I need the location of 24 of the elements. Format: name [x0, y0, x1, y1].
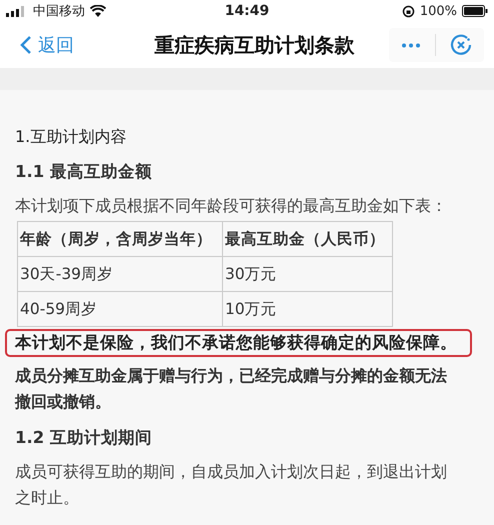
- table-cell: 10万元: [222, 292, 392, 326]
- chevron-left-icon: [20, 35, 32, 55]
- battery-percent: 100%: [420, 4, 457, 18]
- subheading: 1.1 最高互助金额: [15, 161, 153, 183]
- back-button[interactable]: 返回: [20, 33, 120, 57]
- page-title: 重症疾病互助计划条款: [154, 32, 356, 58]
- table-cell: 30天-39周岁: [18, 256, 222, 292]
- column-header: 最高互助金（人民币）: [222, 222, 392, 256]
- clock: 14:49: [224, 3, 270, 19]
- carrier: 中国移动: [33, 3, 85, 20]
- close-icon[interactable]: [450, 34, 472, 56]
- rotation-lock-icon: [402, 4, 415, 18]
- table-cell: 30万元: [222, 256, 392, 292]
- table-cell: 40-59周岁: [18, 292, 222, 326]
- wifi-icon: [90, 5, 106, 17]
- subheading: 1.2 互助计划期间: [15, 427, 153, 449]
- heading: 1.互助计划内容: [15, 126, 128, 148]
- more-icon[interactable]: [401, 42, 421, 48]
- column-header: 年龄（周岁，含周岁当年）: [18, 222, 222, 256]
- paragraph: 本计划项下成员根据不同年龄段可获得的最高互助金如下表：: [15, 195, 448, 217]
- paragraph: 成员可获得互助的期间，自成员加入计划次日起，到退出计划之时止。: [15, 461, 448, 509]
- notice-text: 本计划不是保险，我们不承诺您能够获得确定的风险保障。: [15, 333, 457, 352]
- paragraph: 成员分摊互助金属于赠与行为，已经完成赠与分摊的金额无法撤回或撤销。: [15, 365, 448, 413]
- battery-icon: [462, 5, 488, 17]
